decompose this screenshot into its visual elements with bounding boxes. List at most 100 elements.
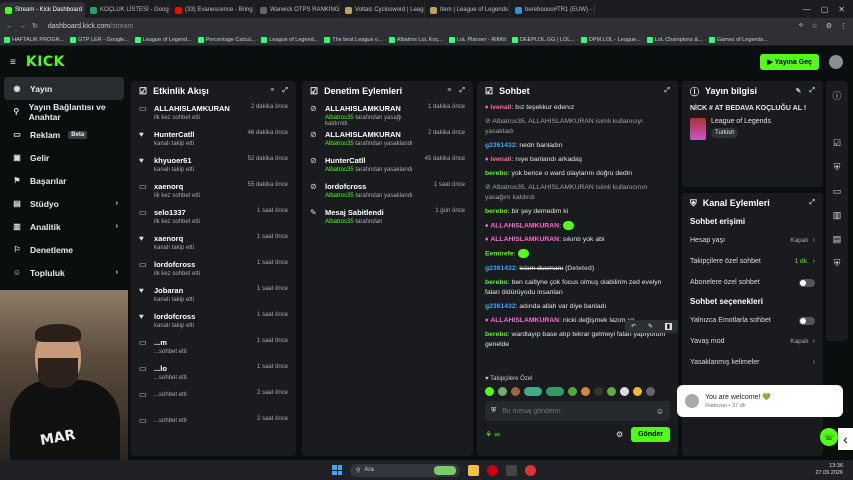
toggle-switch[interactable] [799,316,815,325]
setting-row[interactable]: Abonelere özel sohbet [682,272,823,293]
username[interactable]: Jobaran [154,286,251,295]
reply-icon[interactable]: ↶ [631,323,636,330]
minimize-icon[interactable]: — [803,5,811,14]
browser-tab[interactable]: KOÇLUK LİSTESİ - Google✕ [85,2,170,18]
username[interactable]: xaenorq [154,182,242,191]
username[interactable]: xaenorq [154,234,251,243]
back-icon[interactable]: ← [6,23,13,30]
chat-username[interactable]: ALLAHISLAMKURAN [490,236,559,243]
bookmark-item[interactable]: The best League o... [324,36,383,43]
send-button[interactable]: Gönder [631,427,670,442]
chat-username[interactable]: g2361432 [485,265,516,272]
chat-icon[interactable]: ▭ [826,179,848,203]
sidebar-item[interactable]: ▣ Gelir [4,146,124,169]
chat-username[interactable]: berebo [485,208,508,215]
browser-tab[interactable]: bereboooo#TR1 (EUW) - League✕ [510,2,595,18]
chat-username[interactable]: Eemirefe [485,251,514,258]
expand-icon[interactable]: ⤢ [282,87,288,95]
avatar[interactable] [829,55,843,69]
username[interactable]: lordofcross [325,182,428,191]
bookmark-item[interactable]: GTP LER - Google... [70,36,129,43]
activity-icon[interactable]: ☑ [826,131,848,155]
sidebar-item[interactable]: ◉ Yayın [4,77,124,100]
setting-row[interactable]: Yalnızca Emotlarla sohbet [682,310,823,331]
setting-row[interactable]: Yasaklanmış kelimeler › [682,352,823,373]
sidebar-item[interactable]: ▤ Stüdyo › [4,192,124,215]
setting-row[interactable]: Yavaş mod Kapalı › [682,331,823,352]
username[interactable]: ...m [154,338,251,347]
chat-username[interactable]: berebo [485,279,508,286]
url-field[interactable]: dashboard.kick.com/stream [48,23,134,30]
username[interactable]: khyuoer61 [154,156,242,165]
hamburger-icon[interactable]: ≡ [10,57,16,68]
star-icon[interactable]: ☆ [811,22,817,30]
analytics-icon[interactable]: ▥ [826,203,848,227]
browser-tab[interactable]: Voltaic Cyclosword | League✕ [340,2,425,18]
username[interactable]: ALLAHISLAMKURAN [325,130,422,139]
pin-icon[interactable]: ✎ [648,323,653,330]
sidebar-item[interactable]: ⚲ Yayın Bağlantısı ve Anahtar [4,100,124,123]
go-live-button[interactable]: ▶ Yayına Geç [760,54,819,70]
expand-icon[interactable]: ⤢ [809,87,815,95]
chat-username[interactable]: berebo [485,331,508,338]
notes-icon[interactable]: ▤ [826,227,848,251]
forward-icon[interactable]: → [19,23,26,30]
username[interactable]: HunterCatll [154,130,242,139]
chat-username[interactable]: ivenali [490,156,511,163]
setting-row[interactable]: Takipçilere özel sohbet 1 dk. › [682,251,823,272]
bookmark-item[interactable]: DPM.LOL - League... [580,36,641,43]
maximize-icon[interactable]: ▢ [821,5,829,14]
toggle-switch[interactable] [799,278,815,287]
moderation-icon[interactable]: ⛨ [826,155,848,179]
browser-tab[interactable]: Stream - Kick Dashboard✕ [0,2,85,18]
browser-tab[interactable]: (33) Evanescence - Bring✕ [170,2,255,18]
chat-username[interactable]: ALLAHISLAMKURAN [490,317,559,324]
emoji-icon[interactable]: ☺ [656,407,664,416]
setting-value[interactable]: 1 dk. [795,258,809,265]
bookmark-item[interactable]: LoL Planner - RiftKit [448,36,506,43]
bookmark-item[interactable]: HAFTALIK PROGR... [4,36,64,43]
bookmark-item[interactable]: Percentage Calcul... [197,36,255,43]
sidebar-item[interactable]: ▭ Reklam Beta [4,123,124,146]
edit-icon[interactable]: ✎ [796,87,802,95]
taskbar-search[interactable]: ⚲ Ara [350,463,460,477]
translate-icon[interactable]: ⟡ [799,22,804,30]
username[interactable]: lordofcross [154,312,251,321]
menu-icon[interactable]: ⋮ [840,22,847,30]
extensions-icon[interactable]: ⚙ [826,22,832,30]
bookmark-item[interactable]: League of Legend... [134,36,192,43]
browser-tab[interactable]: Item | League of Legends✕ [425,2,510,18]
browser-tab[interactable]: Warwick OTPS RANKING✕ [255,2,340,18]
chat-username[interactable]: ivenali [490,104,511,111]
info-icon[interactable]: ⓘ [826,83,848,107]
sidebar-item[interactable]: ⚑ Başarılar [4,169,124,192]
username[interactable]: HunterCatll [325,156,419,165]
bookmark-item[interactable]: DEEPLOL.GG | LOL... [511,36,575,43]
expand-icon[interactable]: ⤢ [809,199,815,207]
filter-icon[interactable]: ≡ [270,87,274,95]
username[interactable]: ALLAHISLAMKURAN [325,104,422,113]
filter-icon[interactable]: ≡ [447,87,451,95]
expand-icon[interactable]: ⤢ [664,87,670,95]
username[interactable]: Mesaj Sabitlendi [325,208,429,217]
username[interactable]: ...lo [154,364,251,373]
chat-username[interactable]: ALLAHISLAMKURAN [490,222,559,229]
chat-username[interactable]: berebo [485,170,508,177]
bookmark-item[interactable]: Games of Legends... [708,36,768,43]
category-name[interactable]: League of Legends [711,118,771,125]
close-icon[interactable]: ✕ [838,5,845,14]
chat-username[interactable]: g2361432 [485,303,516,310]
app-icon[interactable] [506,464,517,476]
setting-value[interactable]: Kapalı [790,338,808,345]
windows-start-icon[interactable] [332,465,342,475]
delete-icon[interactable]: ▮ [664,323,673,330]
chat-input[interactable] [502,407,650,415]
shield-icon[interactable]: ⛨ [826,251,848,275]
setting-row[interactable]: Hesap yaşı Kapalı › [682,230,823,251]
opera-icon[interactable] [487,464,498,476]
setting-value[interactable]: Kapalı [790,237,808,244]
expand-icon[interactable]: ⤢ [459,87,465,95]
collapse-chevron-icon[interactable]: ‹ [838,428,853,450]
bookmark-item[interactable]: League of Legend... [261,36,318,43]
sidebar-item[interactable]: ☺ Topluluk › [4,261,124,284]
